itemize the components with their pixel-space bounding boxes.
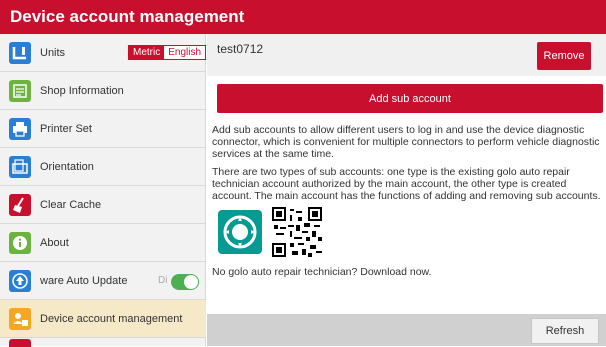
add-sub-account-button[interactable]: Add sub account [217, 84, 603, 113]
refresh-button[interactable]: Refresh [531, 318, 599, 344]
sidebar-item-next-partial[interactable] [0, 336, 206, 347]
sidebar-item-units[interactable]: Units Metric English [0, 34, 207, 72]
description-paragraph-1: Add sub accounts to allow different user… [212, 124, 600, 160]
shop-info-icon [9, 79, 31, 102]
remove-button[interactable]: Remove [537, 42, 591, 70]
about-icon [9, 231, 31, 254]
sidebar-item-clear-cache[interactable]: Clear Cache [0, 186, 206, 224]
update-icon [9, 269, 31, 292]
sidebar-item-auto-update[interactable]: ware Auto Update Di [0, 262, 206, 300]
bottom-toolbar: Refresh [207, 314, 606, 346]
english-option[interactable]: English [164, 46, 206, 59]
units-toggle[interactable]: Metric English [128, 45, 207, 60]
sidebar-item-label: ware Auto Update [40, 274, 128, 287]
sidebar-item-label: About [40, 236, 69, 249]
sub-account-row: test0712 Remove [207, 34, 606, 76]
toggle-switch[interactable] [171, 274, 199, 290]
device-account-panel: test0712 Remove Add sub account Add sub … [207, 34, 606, 346]
device-account-icon [9, 307, 31, 330]
units-icon [9, 41, 31, 64]
download-qr-code [272, 207, 322, 257]
download-prompt[interactable]: No golo auto repair technician? Download… [212, 266, 431, 278]
sidebar-item-label: Printer Set [40, 122, 92, 135]
page-title: Device account management [0, 0, 606, 34]
sidebar-item-about[interactable]: About [0, 224, 206, 262]
golo-app-icon[interactable] [218, 210, 262, 254]
sidebar-item-shop-information[interactable]: Shop Information [0, 72, 206, 110]
description-paragraph-2: There are two types of sub accounts: one… [212, 166, 601, 202]
sidebar-item-label: Device account management [40, 312, 183, 325]
sidebar-item-printer-set[interactable]: Printer Set [0, 110, 206, 148]
clear-cache-icon [9, 193, 31, 216]
printer-icon [9, 117, 31, 140]
auto-update-toggle-label: Di [158, 275, 168, 286]
metric-option[interactable]: Metric [129, 46, 165, 59]
sidebar-item-label: Units [40, 46, 66, 59]
orientation-icon [9, 155, 31, 178]
sidebar-item-label: Orientation [40, 160, 94, 173]
sidebar-item-orientation[interactable]: Orientation [0, 148, 206, 186]
account-name: test0712 [217, 42, 264, 56]
settings-sidebar: Units Metric English Shop Information Pr… [0, 34, 207, 347]
sidebar-item-device-account-management[interactable]: Device account management [0, 300, 206, 338]
toggle-knob [184, 275, 198, 289]
sidebar-item-label: Shop Information [40, 84, 124, 97]
sidebar-item-label: Clear Cache [40, 198, 102, 211]
